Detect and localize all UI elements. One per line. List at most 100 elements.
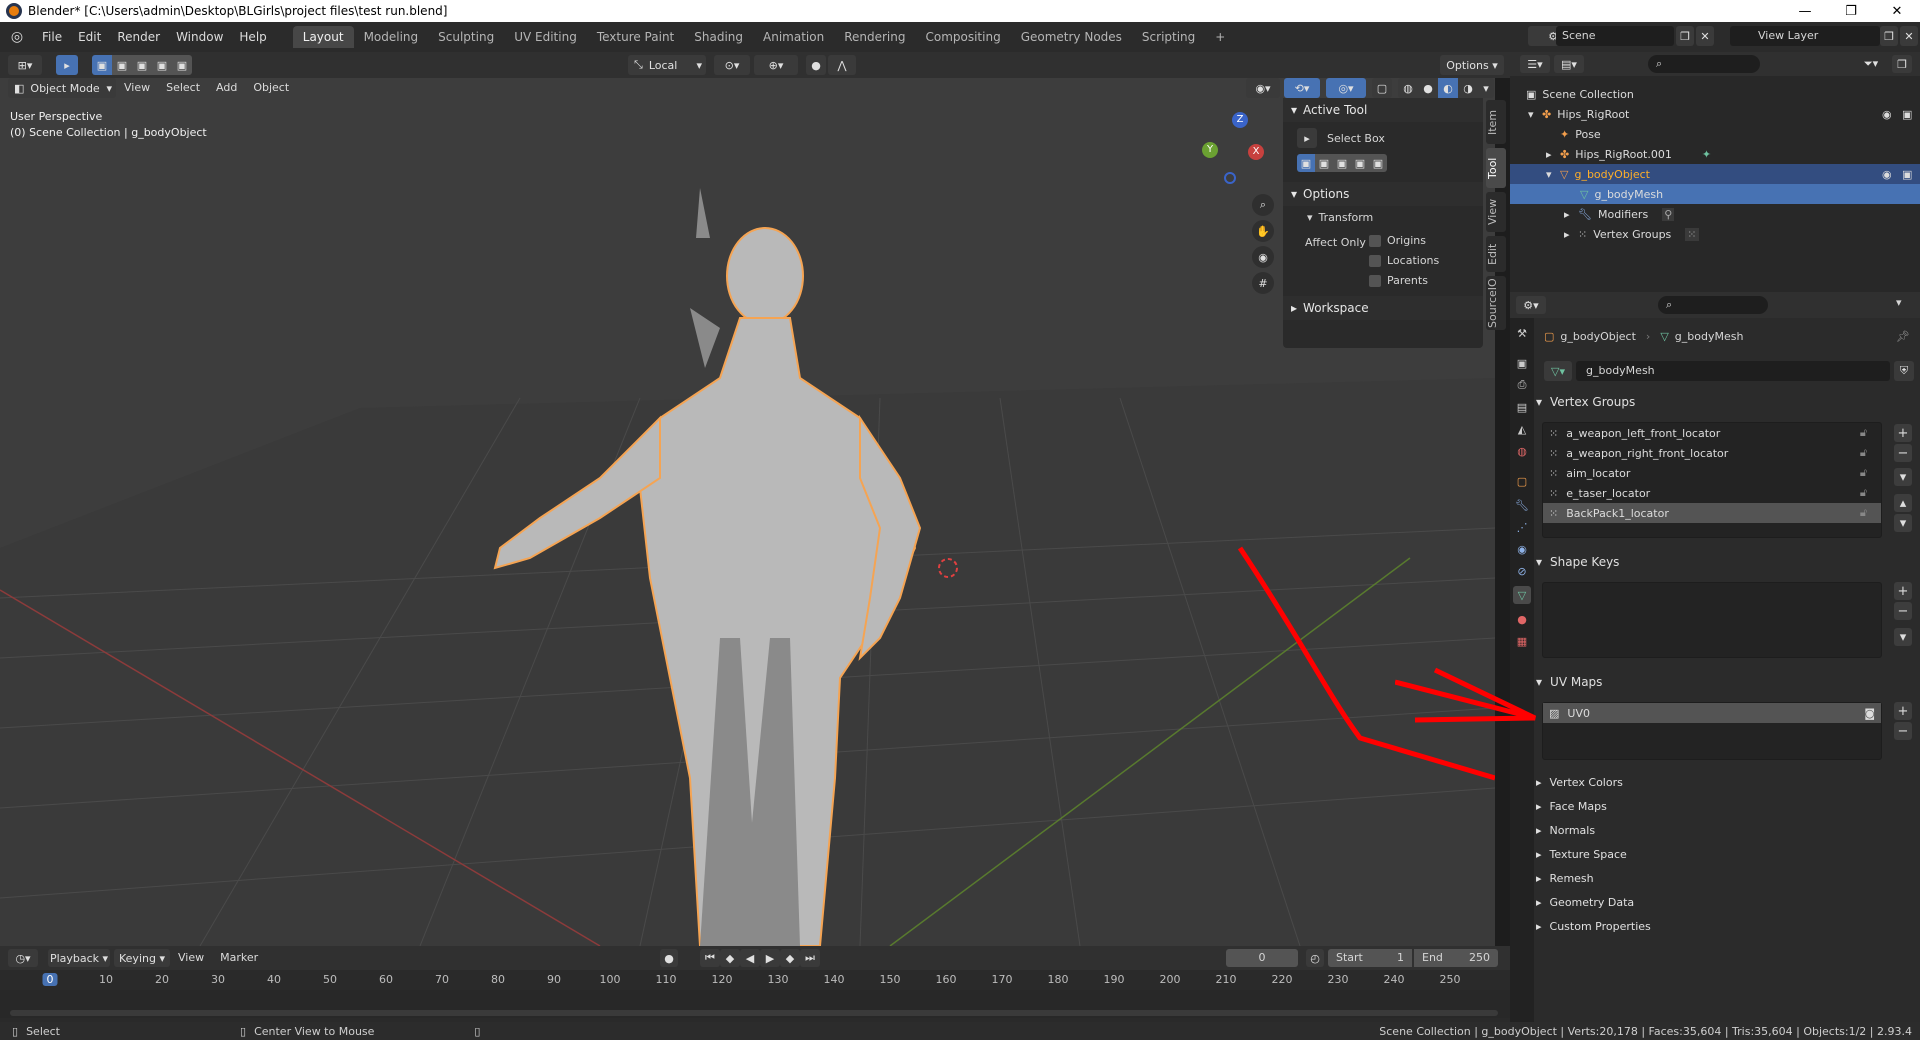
zoom-icon[interactable]: ⌕	[1252, 194, 1274, 216]
mode-intersect-icon[interactable]: ▣	[1369, 154, 1387, 172]
start-frame-field[interactable]: Start 1	[1328, 949, 1412, 967]
jump-end-icon[interactable]: ⏭	[800, 949, 820, 967]
add-workspace-button[interactable]: +	[1205, 26, 1235, 48]
shape-keys-header[interactable]: ▾ Shape Keys	[1536, 550, 1916, 574]
pin-icon[interactable]: 📌︎	[1896, 330, 1910, 343]
add-shape-key-button[interactable]: +	[1894, 582, 1912, 600]
menu-render[interactable]: Render	[109, 22, 168, 52]
tab-compositing[interactable]: Compositing	[915, 26, 1010, 48]
outliner-item[interactable]: ▸ 🔧︎ Modifiers ⚲	[1510, 204, 1920, 224]
keying-dropdown[interactable]: Keying ▾	[114, 949, 170, 967]
object-mode-dropdown[interactable]: ◧ Object Mode ▾	[8, 78, 116, 98]
select-intersect-icon[interactable]: ▣	[172, 55, 192, 75]
lock-icon[interactable]: 🔓︎	[1860, 446, 1867, 460]
select-new-icon[interactable]: ▣	[92, 55, 112, 75]
tab-output-icon[interactable]: ⎙	[1513, 376, 1531, 394]
active-tool-header[interactable]: ▾ Active Tool	[1283, 98, 1483, 122]
xray-icon[interactable]: ▢	[1372, 78, 1392, 98]
tab-render-icon[interactable]: ▣	[1513, 354, 1531, 372]
playback-dropdown[interactable]: Playback ▾	[48, 949, 110, 967]
tab-animation[interactable]: Animation	[753, 26, 834, 48]
sidebar-tab-view[interactable]: View	[1486, 192, 1506, 232]
outliner-item[interactable]: ▸ ✤ Hips_RigRoot.001 ✦	[1510, 144, 1920, 164]
vertex-groups-header[interactable]: ▾ Vertex Groups	[1536, 390, 1916, 414]
play-icon[interactable]: ▶	[760, 949, 780, 967]
uv-maps-list[interactable]: ▨ UV0 ◙	[1542, 702, 1882, 760]
new-collection-icon[interactable]: ❐	[1892, 55, 1912, 73]
options-dropdown[interactable]: Options ▾	[1440, 55, 1504, 75]
camera-view-icon[interactable]: ◉	[1252, 246, 1274, 268]
wireframe-shading-icon[interactable]: ◍	[1398, 78, 1418, 98]
outliner-editor-icon[interactable]: ☰▾	[1520, 55, 1550, 73]
add-uv-map-button[interactable]: +	[1894, 702, 1912, 720]
timeline-editor-icon[interactable]: ◷▾	[8, 949, 38, 967]
falloff-icon[interactable]: ⋀	[828, 55, 856, 75]
lock-icon[interactable]: 🔓︎	[1860, 466, 1867, 480]
expand-down-icon[interactable]: ▾	[1528, 108, 1542, 121]
editor-type-icon[interactable]: ⊞▾	[8, 55, 42, 75]
tab-particles-icon[interactable]: ⋰	[1513, 518, 1531, 536]
playhead[interactable]: 0	[42, 973, 58, 986]
mesh-browse-icon[interactable]: ▽▾	[1544, 361, 1572, 381]
new-view-layer-icon[interactable]: ❐	[1880, 26, 1898, 46]
lock-icon[interactable]: 🔓︎	[1860, 426, 1867, 440]
tab-world-icon[interactable]: ◍	[1513, 442, 1531, 460]
blender-menu-icon[interactable]: ◎	[0, 29, 34, 45]
uv-maps-header[interactable]: ▾ UV Maps	[1536, 670, 1916, 694]
properties-editor-icon[interactable]: ⚙▾	[1516, 296, 1546, 314]
timeline-scrollbar[interactable]	[10, 1010, 1498, 1016]
timeline-marker-menu[interactable]: Marker	[212, 949, 266, 967]
outliner-item[interactable]: ✦ Pose	[1510, 124, 1920, 144]
filter-icon[interactable]: ⏷▾	[1856, 55, 1886, 73]
render-camera-icon[interactable]: ▣	[1902, 108, 1912, 121]
minimize-button[interactable]: —	[1782, 0, 1828, 22]
outliner-item-selected[interactable]: ▾ ▽ g_bodyObject ◉ ▣	[1510, 164, 1920, 184]
options-chevron-icon[interactable]: ▾	[1896, 296, 1902, 309]
vertex-colors-section[interactable]: ▸ Vertex Colors	[1536, 770, 1916, 794]
gizmo-y-axis[interactable]: Y	[1202, 142, 1218, 158]
select-tool-icon[interactable]: ▸	[56, 55, 78, 75]
tab-texture-paint[interactable]: Texture Paint	[587, 26, 684, 48]
sidebar-tab-item[interactable]: Item	[1486, 100, 1506, 144]
select-invert-icon[interactable]: ▣	[152, 55, 172, 75]
record-icon[interactable]: ●	[660, 949, 678, 967]
gizmo-toggle-icon[interactable]: ⟲▾	[1284, 78, 1320, 98]
locations-checkbox[interactable]: Locations	[1369, 254, 1439, 267]
proportional-edit-icon[interactable]: ●	[806, 55, 826, 75]
new-scene-icon[interactable]: ❐	[1676, 26, 1694, 46]
rendered-shading-icon[interactable]: ◑	[1458, 78, 1478, 98]
frame-ruler[interactable]: 0 10 20 30 40 50 60 70 80 90 100 110 120 130 140 150 160…	[0, 970, 1510, 990]
close-button[interactable]: ✕	[1874, 0, 1920, 22]
fake-user-shield-icon[interactable]: ⛨	[1894, 361, 1914, 381]
select-subtract-icon[interactable]: ▣	[132, 55, 152, 75]
visibility-icon[interactable]: ◉▾	[1246, 78, 1280, 98]
remove-vertex-group-button[interactable]: −	[1894, 444, 1912, 462]
mode-invert-icon[interactable]: ▣	[1351, 154, 1369, 172]
remove-shape-key-button[interactable]: −	[1894, 602, 1912, 620]
tab-object-icon[interactable]: ▢	[1513, 472, 1531, 490]
solid-shading-icon[interactable]: ●	[1418, 78, 1438, 98]
mode-subtract-icon[interactable]: ▣	[1333, 154, 1351, 172]
workspace-header[interactable]: ▸ Workspace	[1283, 296, 1483, 320]
tab-tool-icon[interactable]: ⚒	[1513, 324, 1531, 342]
transform-orientation-dropdown[interactable]: ⤡ Local ▾	[628, 55, 706, 75]
remesh-section[interactable]: ▸ Remesh	[1536, 866, 1916, 890]
expand-right-icon[interactable]: ▸	[1564, 208, 1578, 221]
material-shading-icon[interactable]: ◐	[1438, 78, 1458, 98]
expand-down-icon[interactable]: ▾	[1546, 168, 1560, 181]
vertex-group-row[interactable]: ⁙ a_weapon_left_front_locator 🔓︎	[1543, 423, 1881, 443]
shape-keys-list[interactable]	[1542, 582, 1882, 658]
tab-mesh-data-icon[interactable]: ▽	[1513, 586, 1531, 604]
tab-material-icon[interactable]: ●	[1513, 610, 1531, 628]
select-extend-icon[interactable]: ▣	[112, 55, 132, 75]
vertex-groups-list[interactable]: ⁙ a_weapon_left_front_locator 🔓︎ ⁙ a_weapon…	[1542, 422, 1882, 538]
texture-space-section[interactable]: ▸ Texture Space	[1536, 842, 1916, 866]
custom-properties-section[interactable]: ▸ Custom Properties	[1536, 914, 1916, 938]
maximize-button[interactable]: ❐	[1828, 0, 1874, 22]
properties-search-input[interactable]: ⌕	[1658, 296, 1768, 314]
outliner-scene-collection[interactable]: ▣ Scene Collection	[1510, 84, 1920, 104]
expand-right-icon[interactable]: ▸	[1546, 148, 1560, 161]
move-up-button[interactable]: ▴	[1894, 494, 1912, 512]
active-render-camera-icon[interactable]: ◙	[1864, 707, 1875, 720]
menu-help[interactable]: Help	[231, 22, 274, 52]
